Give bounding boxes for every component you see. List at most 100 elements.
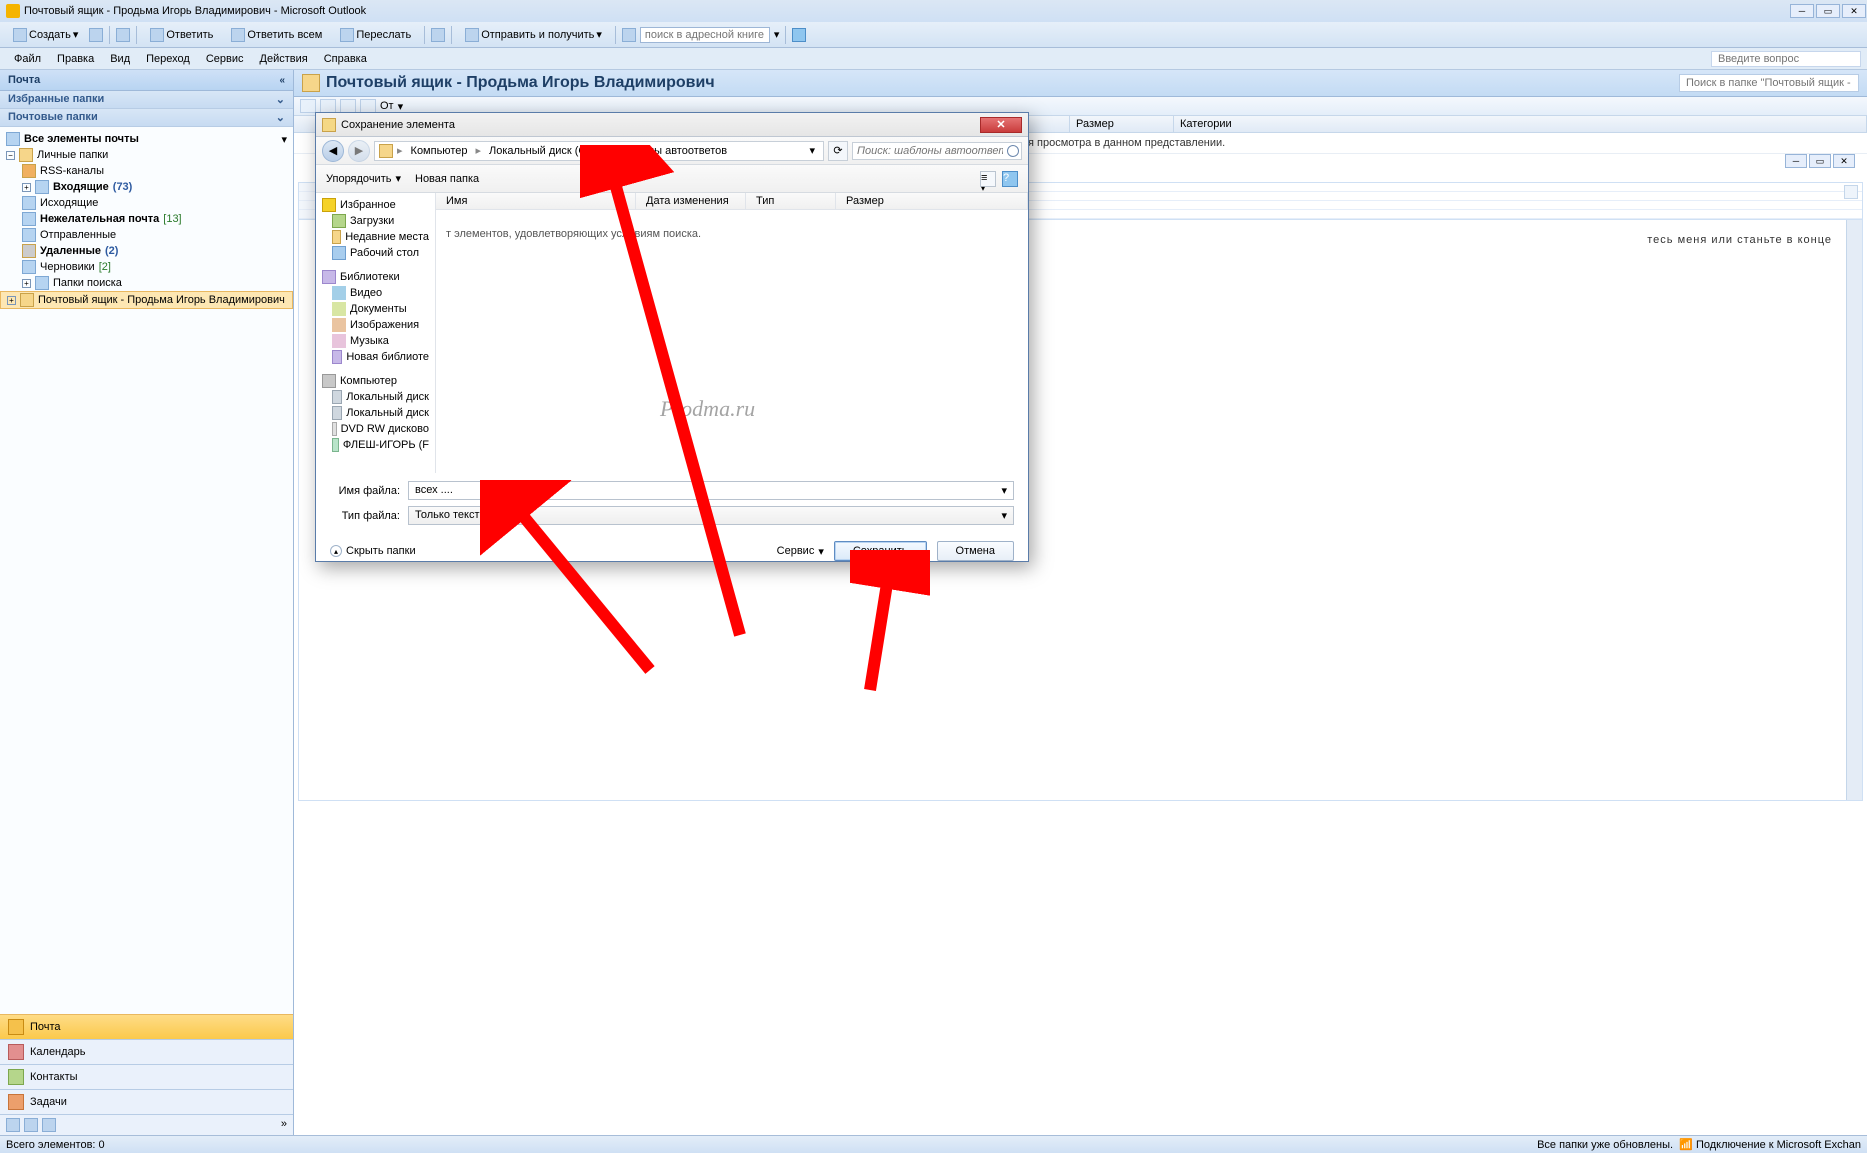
help-icon[interactable] [792, 28, 806, 42]
tree-junk[interactable]: Нежелательная почта [13] [0, 211, 293, 227]
menu-file[interactable]: Файл [6, 53, 49, 65]
col-categories[interactable]: Категории [1174, 116, 1867, 132]
tree-all-items[interactable]: Все элементы почты▾ [0, 131, 293, 147]
col-date[interactable]: Дата изменения [636, 193, 746, 209]
forward-button[interactable]: ▶ [348, 140, 370, 162]
menu-service[interactable]: Сервис [198, 53, 252, 65]
compose-maximize-button[interactable]: ▭ [1809, 154, 1831, 168]
window-minimize-button[interactable]: ─ [1790, 4, 1814, 18]
tree-video[interactable]: Видео [316, 285, 435, 301]
menu-edit[interactable]: Правка [49, 53, 102, 65]
menu-goto[interactable]: Переход [138, 53, 198, 65]
expand-icon[interactable]: + [22, 279, 31, 288]
back-button[interactable]: ◀ [322, 140, 344, 162]
tree-favorites[interactable]: Избранное [316, 197, 435, 213]
compose-minimize-button[interactable]: ─ [1785, 154, 1807, 168]
delete-icon[interactable] [116, 28, 130, 42]
sort-icon3[interactable] [340, 99, 356, 113]
expand-icon[interactable]: + [22, 183, 31, 192]
filetype-label: Тип файла: [330, 510, 408, 522]
window-close-button[interactable]: ✕ [1842, 4, 1866, 18]
filetype-combo[interactable]: Только текст▾ [408, 506, 1014, 525]
tree-mailbox[interactable]: +Почтовый ящик - Продьма Игорь Владимиро… [0, 291, 293, 309]
window-maximize-button[interactable]: ▭ [1816, 4, 1840, 18]
ask-question-input[interactable] [1711, 51, 1861, 67]
tree-inbox[interactable]: +Входящие (73) [0, 179, 293, 195]
tree-dvd[interactable]: DVD RW дисково [316, 421, 435, 437]
tree-desktop[interactable]: Рабочий стол [316, 245, 435, 261]
cancel-button[interactable]: Отмена [937, 541, 1014, 561]
shortcuts-icon[interactable] [42, 1118, 56, 1132]
folder-search-input[interactable] [1679, 74, 1859, 92]
tree-computer[interactable]: Компьютер [316, 373, 435, 389]
categorize-icon[interactable] [431, 28, 445, 42]
help-icon[interactable] [1844, 185, 1858, 199]
menu-view[interactable]: Вид [102, 53, 138, 65]
expand-icon[interactable]: + [7, 296, 16, 305]
tree-recent[interactable]: Недавние места [316, 229, 435, 245]
address-book-search-input[interactable] [640, 27, 770, 43]
tree-rss[interactable]: RSS-каналы [0, 163, 293, 179]
tree-downloads[interactable]: Загрузки [316, 213, 435, 229]
collapse-nav-icon[interactable]: « [279, 75, 285, 86]
status-sync: Все папки уже обновлены. [1537, 1139, 1673, 1151]
tree-sent[interactable]: Отправленные [0, 227, 293, 243]
tree-drafts[interactable]: Черновики [2] [0, 259, 293, 275]
sort-icon4[interactable] [360, 99, 376, 113]
tree-local-c[interactable]: Локальный диск [316, 389, 435, 405]
breadcrumb-path[interactable]: ▸ Компьютер ▸ Локальный диск (C:) ▸ шабл… [374, 141, 824, 161]
filename-input[interactable]: всех ....▾ [408, 481, 1014, 500]
new-folder-button[interactable]: Новая папка [415, 173, 479, 185]
tree-outbox[interactable]: Исходящие [0, 195, 293, 211]
tree-deleted[interactable]: Удаленные (2) [0, 243, 293, 259]
send-receive-button[interactable]: Отправить и получить ▾ [458, 25, 609, 45]
service-dropdown[interactable]: Сервис ▾ [777, 545, 824, 558]
find-icon[interactable] [622, 28, 636, 42]
forward-button[interactable]: Переслать [333, 25, 418, 45]
save-button[interactable]: Сохранить [834, 541, 927, 561]
compose-scrollbar[interactable] [1846, 220, 1862, 800]
col-type[interactable]: Тип [746, 193, 836, 209]
dialog-search-input[interactable] [852, 142, 1022, 160]
organize-button[interactable]: Упорядочить ▾ [326, 172, 401, 185]
hide-folders-link[interactable]: ▴Скрыть папки [330, 545, 416, 557]
notes-icon[interactable] [6, 1118, 20, 1132]
compose-close-button[interactable]: ✕ [1833, 154, 1855, 168]
reply-all-button[interactable]: Ответить всем [224, 25, 329, 45]
tree-documents[interactable]: Документы [316, 301, 435, 317]
tree-images[interactable]: Изображения [316, 317, 435, 333]
sort-from-label[interactable]: От [380, 100, 394, 112]
tree-search-folders[interactable]: +Папки поиска [0, 275, 293, 291]
refresh-button[interactable]: ⟳ [828, 141, 848, 161]
nav-section-favorites[interactable]: Избранные папки⌄ [0, 91, 293, 109]
print-icon[interactable] [89, 28, 103, 42]
folder-list-icon[interactable] [24, 1118, 38, 1132]
tree-flash[interactable]: ФЛЕШ-ИГОРЬ (F [316, 437, 435, 453]
path-dropdown-icon[interactable]: ▾ [805, 144, 819, 157]
help-button[interactable]: ? [1002, 171, 1018, 187]
switch-calendar[interactable]: Календарь [0, 1039, 293, 1064]
switch-mail[interactable]: Почта [0, 1014, 293, 1039]
sort-icon1[interactable] [300, 99, 316, 113]
tree-libraries[interactable]: Библиотеки [316, 269, 435, 285]
tree-local-d[interactable]: Локальный диск [316, 405, 435, 421]
switch-contacts[interactable]: Контакты [0, 1064, 293, 1089]
tree-newlib[interactable]: Новая библиоте [316, 349, 435, 365]
reply-button[interactable]: Ответить [143, 25, 220, 45]
sort-icon2[interactable] [320, 99, 336, 113]
create-button[interactable]: Создать ▾ [6, 25, 85, 45]
menu-actions[interactable]: Действия [252, 53, 316, 65]
expand-icon[interactable]: − [6, 151, 15, 160]
col-size[interactable]: Размер [836, 193, 1028, 209]
menu-help[interactable]: Справка [316, 53, 375, 65]
tree-music[interactable]: Музыка [316, 333, 435, 349]
col-name[interactable]: Имя [436, 193, 636, 209]
view-mode-button[interactable]: ≡▾ [980, 171, 996, 187]
switch-tasks[interactable]: Задачи [0, 1089, 293, 1114]
tree-personal-folders[interactable]: −Личные папки [0, 147, 293, 163]
nav-section-mail-folders[interactable]: Почтовые папки⌄ [0, 109, 293, 127]
dialog-close-button[interactable]: ✕ [980, 117, 1022, 133]
col-size[interactable]: Размер [1070, 116, 1174, 132]
filename-dropdown-icon[interactable]: ▾ [1001, 484, 1007, 497]
outlook-icon [6, 4, 20, 18]
